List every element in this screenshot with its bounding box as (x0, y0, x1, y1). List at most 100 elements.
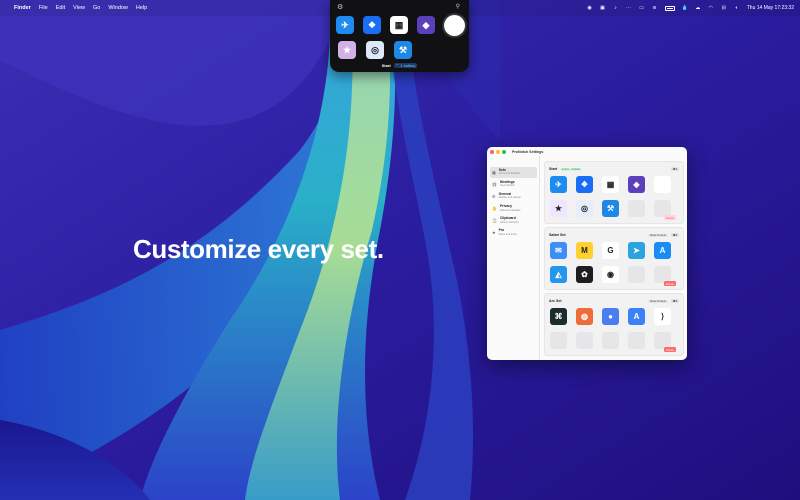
popover-hotkey-tag: ⌃ 1 hotkey (393, 63, 418, 68)
make-default-button[interactable]: Make Default (647, 299, 668, 303)
set-name[interactable]: Arc Set (549, 299, 562, 303)
grid-icon: ▦ (492, 169, 496, 175)
docker-icon[interactable]: ◭ (550, 266, 567, 283)
appstore-icon[interactable]: A (654, 242, 671, 259)
menu-window[interactable]: Window (108, 5, 128, 11)
empty-slot[interactable] (550, 332, 567, 349)
set-card: Safari Set Make Default ⌘2 ✉ M G ➤ A ◭ ✿ ◉ Delete (544, 227, 684, 290)
audio-icon[interactable]: ≋ (652, 5, 658, 11)
notchnook-icon[interactable]: ◆ (417, 16, 435, 34)
shortcut-badge[interactable]: ⌘2 (670, 233, 679, 237)
menu-go[interactable]: Go (93, 5, 100, 11)
sidebar-item-general[interactable]: ⚙ General Display and startup (490, 191, 537, 202)
sidebar-item-sets[interactable]: ▦ Sets Icons and defaults (490, 167, 537, 178)
notchnook-icon[interactable]: ◆ (628, 176, 645, 193)
sidebar-item-subtitle: Data and updates (499, 208, 521, 212)
gear-icon[interactable]: ⚙ (337, 3, 343, 11)
cursor-icon[interactable]: ⌘ (550, 308, 567, 325)
shortcut-badge[interactable]: ⌘1 (670, 167, 679, 171)
make-default-button[interactable]: Make Default (647, 233, 668, 237)
set-card-actions: Make Default ⌘2 (647, 233, 679, 237)
clipboard-icon: 📋 (492, 218, 497, 224)
set-icon-grid: ✈ ❖ ▦ ◆ ★ ◎ ⚒ (550, 176, 673, 219)
minimize-button[interactable] (496, 149, 500, 154)
safari-icon[interactable]: ◎ (366, 41, 384, 59)
mail-icon[interactable]: ✉ (550, 242, 567, 259)
popover-set-name: Start (381, 63, 391, 68)
empty-slot[interactable] (628, 266, 645, 283)
set-name[interactable]: Start (549, 167, 557, 171)
menu-bar-left: Finder File Edit View Go Window Help (6, 5, 147, 11)
set-card: Arc Set Make Default ⌘3 ⌘ ◍ ● A ⟩ Delete (544, 293, 684, 356)
settings-sidebar: ▦ Sets Icons and defaults ⛓ Bindings Keys bin… (487, 156, 540, 360)
control-center-icon[interactable]: ⊟ (721, 5, 727, 11)
menu-bar-status: ◉ ▣ ♪ ⋯ ▭ ≋ 💧 ☁ ◠ ⊟ ◐ Thu 14 May 17:23:3… (587, 5, 794, 11)
menu-file[interactable]: File (39, 5, 48, 11)
apple-icon[interactable] (654, 176, 671, 193)
screen-record-icon[interactable]: ◉ (587, 5, 593, 11)
siri-icon[interactable]: ◐ (734, 5, 740, 11)
battery-icon[interactable] (664, 5, 675, 11)
drop-icon[interactable]: 💧 (682, 5, 688, 11)
starstruck-icon[interactable]: ★ (338, 41, 356, 59)
zoom-button[interactable] (502, 149, 506, 154)
menu-app-name[interactable]: Finder (14, 5, 31, 11)
clock[interactable]: Thu 14 May 17:23:32 (747, 5, 794, 11)
bell-icon[interactable]: ♪ (613, 5, 619, 11)
google-icon[interactable]: G (602, 242, 619, 259)
dropbox-icon[interactable]: ❖ (363, 16, 381, 34)
display-icon[interactable]: ▭ (639, 5, 645, 11)
close-button[interactable] (490, 149, 494, 154)
apple-icon[interactable] (444, 15, 465, 36)
camera-icon[interactable]: ▣ (600, 5, 606, 11)
empty-slot[interactable] (628, 200, 645, 217)
pin-icon[interactable]: ⚲ (456, 3, 460, 10)
wifi-icon[interactable]: ◠ (708, 5, 714, 11)
shortcut-badge[interactable]: ⌘3 (670, 299, 679, 303)
xcode-icon[interactable]: ⚒ (394, 41, 412, 59)
sidebar-item-text: Pro Plans and limits (499, 229, 517, 236)
vscode-icon[interactable]: ⟩ (654, 308, 671, 325)
set-name[interactable]: Safari Set (549, 233, 566, 237)
empty-slot[interactable] (628, 332, 645, 349)
safari-icon[interactable]: ◎ (576, 200, 593, 217)
xcode-icon[interactable]: ⚒ (602, 200, 619, 217)
menu-view[interactable]: View (73, 5, 85, 11)
popover-row-2: ★ ◎ ⚒ (338, 41, 412, 59)
chrome-icon[interactable]: ◉ (602, 266, 619, 283)
sidebar-item-pro[interactable]: ★ Pro Plans and limits (490, 228, 537, 239)
cloud-icon[interactable]: ☁ (695, 5, 701, 11)
figma-icon[interactable]: ✿ (576, 266, 593, 283)
calendar-icon[interactable]: ▦ (390, 16, 408, 34)
sidebar-item-subtitle: Display and startup (498, 196, 521, 200)
webcam-icon[interactable]: ● (602, 308, 619, 325)
testflight-icon[interactable]: ✈ (336, 16, 354, 34)
menu-help[interactable]: Help (136, 5, 147, 11)
dots-icon[interactable]: ⋯ (626, 5, 632, 11)
sidebar-item-text: Clipboard History behavior (500, 217, 519, 224)
delete-set-button[interactable]: Delete (663, 281, 676, 286)
popover-row-1: ✈ ❖ ▦ ◆ (336, 15, 465, 36)
sidebar-item-subtitle: History behavior (499, 220, 519, 224)
miro-icon[interactable]: M (576, 242, 593, 259)
set-icon-grid: ✉ M G ➤ A ◭ ✿ ◉ (550, 242, 673, 285)
popover-set-label: Start ⌃ 1 hotkey (330, 63, 469, 68)
instruments-icon[interactable]: A (628, 308, 645, 325)
basketball-icon[interactable]: ◍ (576, 308, 593, 325)
sidebar-item-privacy[interactable]: ✋ Privacy Data and updates (490, 204, 537, 215)
telegram-icon[interactable]: ➤ (628, 242, 645, 259)
empty-slot[interactable] (576, 332, 593, 349)
delete-set-button[interactable]: Delete (663, 215, 676, 220)
testflight-icon[interactable]: ✈ (550, 176, 567, 193)
headline: Customize every set. (133, 234, 384, 264)
sidebar-item-clipboard[interactable]: 📋 Clipboard History behavior (490, 216, 537, 227)
dropbox-icon[interactable]: ❖ (576, 176, 593, 193)
sidebar-item-bindings[interactable]: ⛓ Bindings Keys binded (490, 179, 537, 190)
calendar-icon[interactable]: ▦ (602, 176, 619, 193)
set-icon-grid: ⌘ ◍ ● A ⟩ (550, 308, 673, 351)
sidebar-item-subtitle: Icons and defaults (498, 172, 520, 176)
menu-edit[interactable]: Edit (56, 5, 65, 11)
empty-slot[interactable] (602, 332, 619, 349)
delete-set-button[interactable]: Delete (663, 347, 676, 352)
starstruck-icon[interactable]: ★ (550, 200, 567, 217)
